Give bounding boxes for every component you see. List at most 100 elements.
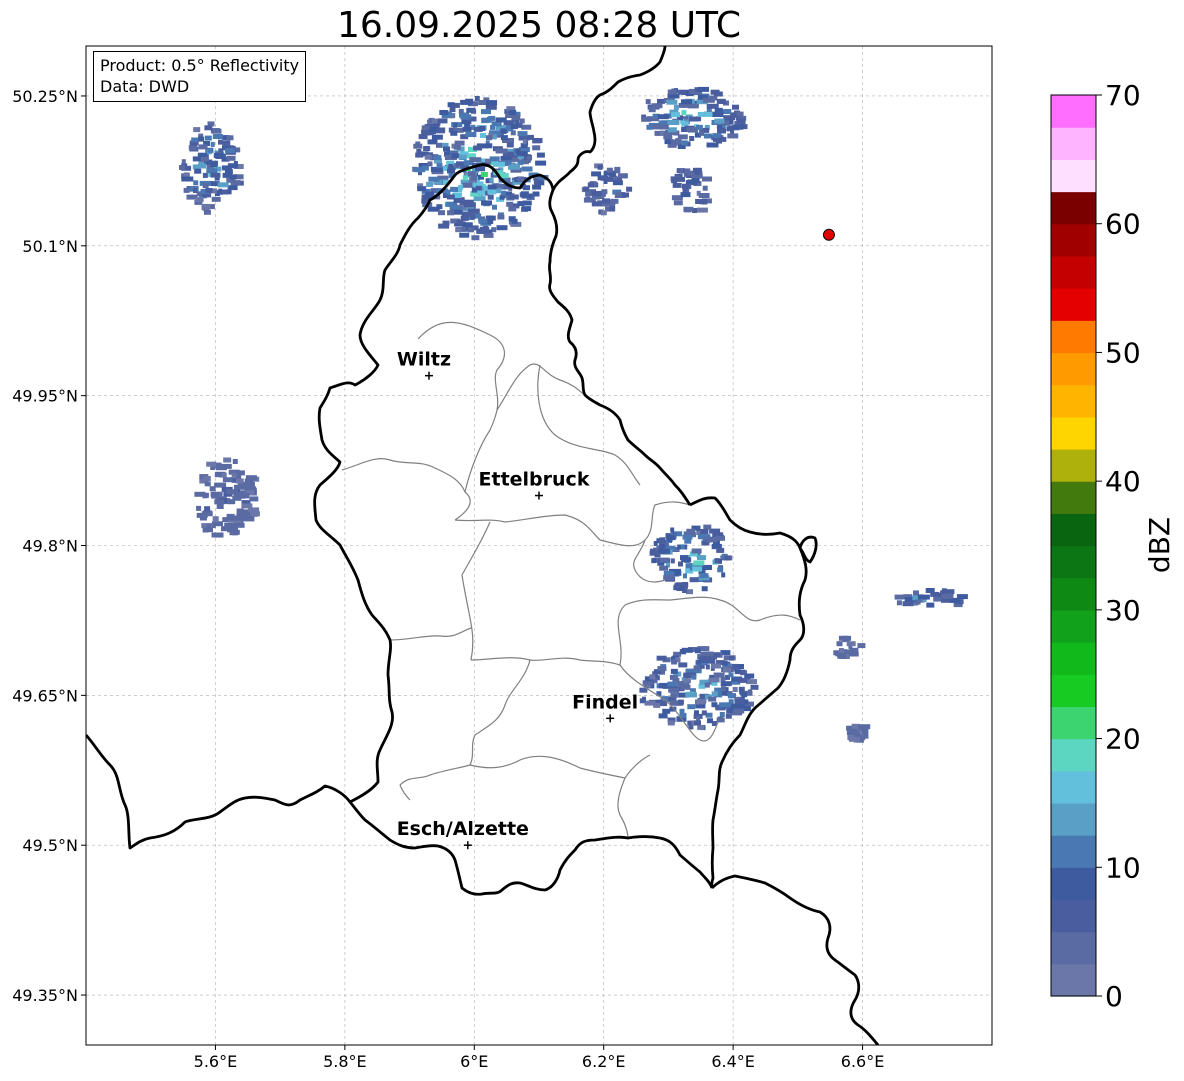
- echo-cell: [495, 117, 507, 123]
- echo-cell: [470, 214, 476, 220]
- echo-cell: [737, 664, 744, 669]
- echo-cell: [222, 140, 231, 146]
- lon-tick-label: 6.4°E: [711, 1052, 755, 1071]
- echo-cell: [473, 145, 483, 151]
- colorbar-swatch: [1051, 448, 1096, 482]
- radar-site: [822, 228, 835, 241]
- echo-cell: [678, 662, 688, 668]
- echo-cell: [249, 496, 259, 502]
- echo-cell: [739, 689, 744, 695]
- colorbar-swatch: [1051, 835, 1096, 868]
- echo-cell: [674, 583, 681, 589]
- colorbar-swatch: [1051, 416, 1096, 450]
- echo-cell: [670, 692, 679, 698]
- echo-cell: [204, 135, 212, 141]
- echo-cell: [426, 181, 434, 187]
- colorbar-swatch: [1051, 706, 1096, 740]
- echo-cell: [716, 535, 725, 541]
- colorbar-swatch: [1051, 770, 1096, 804]
- echo-cell: [181, 176, 194, 182]
- echo-cell: [688, 116, 699, 122]
- echo-cell: [698, 193, 710, 198]
- radar-site-marker: [822, 228, 835, 241]
- lon-tick-label: 5.8°E: [323, 1052, 367, 1071]
- echo-cell: [681, 140, 688, 146]
- echo-cell: [681, 649, 687, 655]
- colorbar-swatch: [1051, 127, 1096, 160]
- echo-cell: [210, 162, 218, 167]
- echo-cell: [697, 555, 706, 561]
- echo-cell: [658, 713, 668, 719]
- echo-cell: [199, 515, 207, 521]
- echo-cell: [700, 529, 709, 534]
- echo-cell: [203, 209, 211, 215]
- echo-cell: [500, 135, 508, 141]
- echo-cell: [460, 215, 469, 221]
- echo-cell: [663, 570, 673, 576]
- echo-cell: [232, 530, 239, 536]
- echo-cell: [734, 669, 741, 675]
- echo-cell: [446, 194, 455, 200]
- echo-cell: [659, 565, 669, 571]
- echo-cell: [663, 134, 673, 140]
- echo-cell: [183, 187, 190, 193]
- echo-cell: [211, 128, 222, 134]
- colorbar-tick-label: 40: [1105, 465, 1141, 498]
- echo-cell: [702, 185, 708, 191]
- echo-cell: [587, 182, 594, 188]
- echo-cell: [695, 124, 703, 130]
- echo-cell: [658, 124, 669, 130]
- colorbar-tick-label: 0: [1105, 980, 1123, 1013]
- city-label: Wiltz: [397, 349, 451, 371]
- echo-cell: [458, 154, 467, 160]
- colorbar-tick-label: 10: [1105, 851, 1141, 884]
- echo-cell: [438, 223, 450, 229]
- echo-cell: [683, 678, 691, 684]
- colorbar-swatch: [1051, 223, 1096, 257]
- info-product-line: Product: 0.5° Reflectivity: [100, 56, 300, 75]
- echo-cell: [926, 602, 935, 608]
- echo-cell: [712, 112, 724, 117]
- echo-cell: [683, 573, 687, 579]
- echo-cell: [732, 104, 739, 110]
- echo-cell: [453, 122, 458, 128]
- echo-cell: [846, 641, 856, 647]
- echo-cell: [465, 132, 477, 137]
- echo-cell: [729, 655, 734, 661]
- colorbar-swatch: [1051, 738, 1096, 772]
- echo-cell: [483, 232, 494, 238]
- echo-cell: [508, 164, 520, 170]
- echo-cell: [689, 577, 699, 583]
- echo-cell: [214, 472, 220, 478]
- echo-cell: [738, 677, 748, 683]
- echo-cell: [235, 478, 244, 484]
- echo-cell: [193, 127, 201, 133]
- echo-cell: [714, 118, 725, 124]
- echo-cell: [696, 715, 701, 721]
- echo-cell: [681, 557, 692, 563]
- echo-cell: [458, 184, 464, 190]
- echo-cell: [533, 179, 539, 185]
- echo-cell: [727, 133, 739, 139]
- echo-cell: [692, 566, 703, 572]
- echo-cell: [214, 482, 227, 488]
- echo-cell: [206, 168, 218, 174]
- echo-cell: [677, 699, 684, 705]
- echo-cell: [467, 208, 480, 214]
- echo-cell: [716, 547, 725, 553]
- echo-cell: [705, 537, 717, 543]
- echo-cell: [680, 544, 685, 550]
- echo-cell: [731, 663, 738, 669]
- echo-cell: [486, 100, 498, 106]
- echo-cell: [720, 681, 732, 687]
- echo-cell: [717, 128, 726, 134]
- city-label: Findel: [572, 691, 638, 713]
- echo-cell: [202, 183, 209, 189]
- colorbar: 0 10 20 30 40 50 60 70 dBZ: [1050, 79, 1176, 1013]
- echo-cell: [686, 127, 697, 133]
- echo-cell: [226, 155, 236, 161]
- city-label: Ettelbruck: [479, 469, 590, 491]
- echo-cell: [721, 690, 727, 696]
- echo-cell: [532, 145, 541, 151]
- echo-cell: [600, 210, 607, 216]
